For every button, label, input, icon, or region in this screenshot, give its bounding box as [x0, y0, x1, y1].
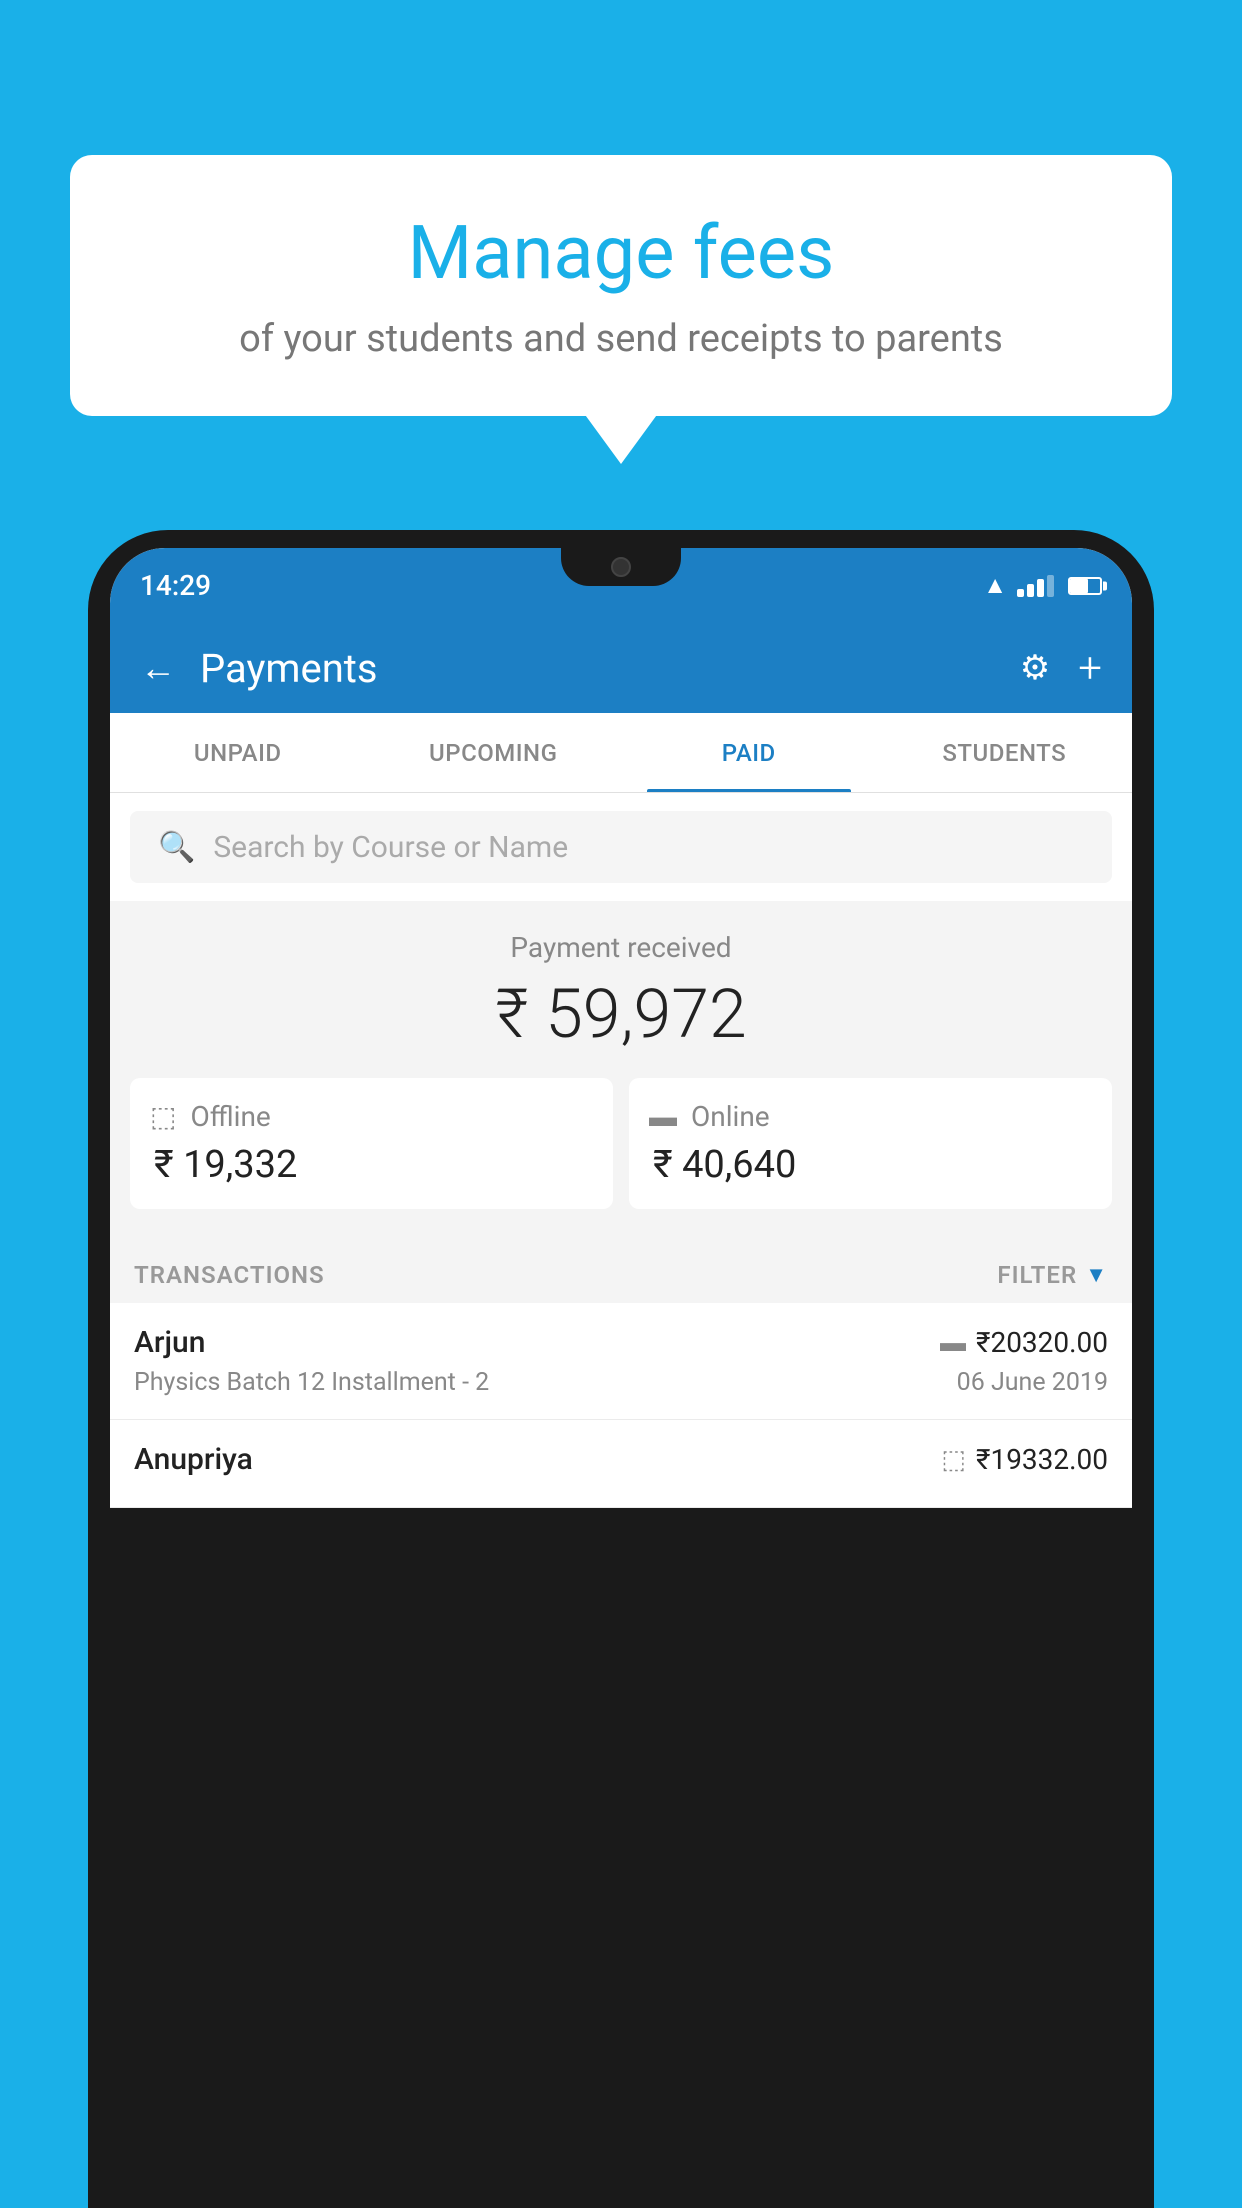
tabs-bar: UNPAID UPCOMING PAID STUDENTS: [110, 713, 1132, 793]
phone-frame: 14:29 ▲ ←: [88, 530, 1154, 2208]
payment-cards: ⬚ Offline ₹ 19,332 ▬ Online ₹ 40,640: [130, 1078, 1112, 1209]
offline-label: Offline: [190, 1100, 270, 1133]
transaction-course: Physics Batch 12 Installment - 2: [134, 1368, 489, 1397]
transactions-label: TRANSACTIONS: [134, 1261, 325, 1289]
speech-bubble: Manage fees of your students and send re…: [70, 155, 1172, 416]
offline-payment-card: ⬚ Offline ₹ 19,332: [130, 1078, 613, 1209]
phone-inner: 14:29 ▲ ←: [110, 548, 1132, 1508]
transaction-item[interactable]: Anupriya ⬚ ₹19332.00: [110, 1420, 1132, 1508]
add-icon[interactable]: +: [1078, 644, 1102, 693]
tab-paid[interactable]: PAID: [621, 713, 877, 792]
speech-bubble-subtitle: of your students and send receipts to pa…: [130, 317, 1112, 361]
transaction-date: 06 June 2019: [957, 1368, 1108, 1397]
tab-students[interactable]: STUDENTS: [877, 713, 1133, 792]
back-button[interactable]: ←: [140, 647, 176, 689]
search-icon: 🔍: [158, 830, 195, 865]
status-bar: 14:29 ▲: [110, 548, 1132, 623]
app-bar-title: Payments: [200, 645, 1020, 692]
app-bar-actions: ⚙ +: [1020, 644, 1102, 693]
app-bar: ← Payments ⚙ +: [110, 623, 1132, 713]
transaction-name: Anupriya: [134, 1442, 253, 1477]
transactions-header: TRANSACTIONS FILTER ▼: [110, 1239, 1132, 1303]
settings-icon[interactable]: ⚙: [1020, 648, 1050, 688]
payment-received-label: Payment received: [130, 931, 1112, 964]
tab-unpaid[interactable]: UNPAID: [110, 713, 366, 792]
offline-icon: ⬚: [150, 1100, 176, 1133]
transaction-amount: ₹19332.00: [976, 1443, 1108, 1476]
transaction-item[interactable]: Arjun ▬ ₹20320.00 Physics Batch 12 Insta…: [110, 1303, 1132, 1420]
payment-total-amount: ₹ 59,972: [130, 974, 1112, 1054]
transaction-name: Arjun: [134, 1325, 205, 1360]
search-bar[interactable]: 🔍 Search by Course or Name: [130, 811, 1112, 883]
payment-type-icon-offline: ⬚: [941, 1445, 966, 1475]
transaction-amount-wrap: ⬚ ₹19332.00: [941, 1443, 1108, 1476]
wifi-icon: ▲: [983, 571, 1007, 600]
online-amount: ₹ 40,640: [649, 1143, 1092, 1187]
search-placeholder: Search by Course or Name: [213, 830, 568, 865]
speech-bubble-title: Manage fees: [130, 210, 1112, 297]
search-container: 🔍 Search by Course or Name: [110, 793, 1132, 901]
filter-button[interactable]: FILTER ▼: [997, 1261, 1108, 1289]
phone-notch: [561, 548, 681, 586]
transaction-amount: ₹20320.00: [976, 1326, 1108, 1359]
phone-camera: [611, 557, 631, 577]
tab-upcoming[interactable]: UPCOMING: [366, 713, 622, 792]
transaction-list: Arjun ▬ ₹20320.00 Physics Batch 12 Insta…: [110, 1303, 1132, 1508]
filter-icon: ▼: [1085, 1262, 1108, 1288]
payment-type-icon-online: ▬: [940, 1327, 966, 1358]
online-payment-card: ▬ Online ₹ 40,640: [629, 1078, 1112, 1209]
online-label: Online: [691, 1100, 770, 1133]
payment-summary: Payment received ₹ 59,972 ⬚ Offline ₹ 19…: [110, 901, 1132, 1239]
filter-text: FILTER: [997, 1261, 1077, 1289]
battery-icon: [1068, 577, 1102, 595]
offline-amount: ₹ 19,332: [150, 1143, 593, 1187]
transaction-amount-wrap: ▬ ₹20320.00: [940, 1326, 1108, 1359]
online-icon: ▬: [649, 1100, 677, 1133]
signal-bars-icon: [1017, 575, 1054, 597]
status-icons: ▲: [983, 571, 1102, 600]
speech-bubble-container: Manage fees of your students and send re…: [70, 155, 1172, 416]
phone-time: 14:29: [140, 569, 211, 602]
